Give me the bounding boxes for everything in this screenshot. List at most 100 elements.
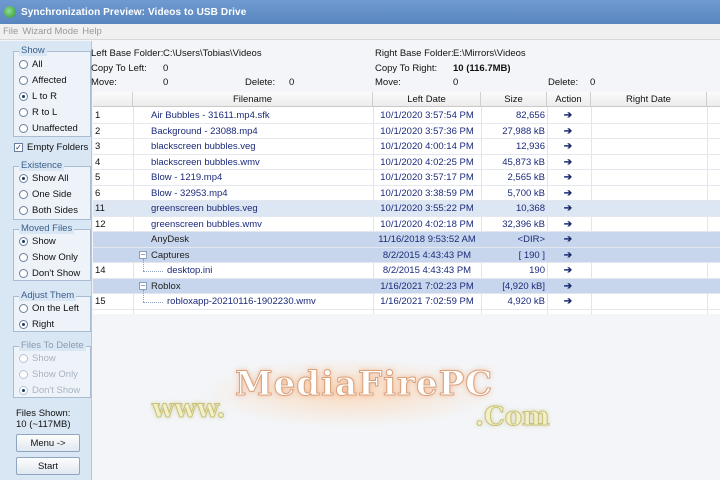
table-row[interactable]: Roblox 1/16/2021 7:02:23 PM [4,920 kB] ➔ − — [93, 278, 720, 294]
row-left-date: 10/1/2020 4:02:25 PM — [380, 156, 474, 168]
existence-one-side-radio[interactable]: One Side — [19, 189, 72, 200]
window-title: Synchronization Preview: Videos to USB D… — [21, 6, 247, 18]
row-left-date: 10/1/2020 3:55:22 PM — [380, 203, 474, 214]
collapse-folder-icon[interactable]: − — [139, 281, 147, 290]
empty-folders-checkbox[interactable]: ✓ Empty Folders — [14, 142, 88, 153]
column-header-left-date[interactable]: Left Date — [373, 92, 481, 107]
row-action-arrow-icon[interactable]: ➔ — [548, 155, 588, 170]
row-number — [95, 248, 133, 263]
files-shown-label: Files Shown: — [16, 408, 71, 419]
moved-dont-show-radio[interactable]: Don't Show — [19, 268, 80, 279]
row-size: 4,920 kB — [507, 296, 546, 307]
row-right-date — [593, 279, 707, 294]
row-right-date — [593, 170, 707, 185]
menu-file[interactable]: File — [3, 26, 18, 37]
moved-show-radio[interactable]: Show — [19, 236, 56, 247]
row-right-date — [593, 155, 707, 170]
show-affected-radio[interactable]: Affected — [19, 75, 67, 86]
checkbox-check-icon: ✓ — [14, 143, 23, 152]
delete-dont-show-radio[interactable]: Don't Show — [19, 385, 80, 396]
menu-button[interactable]: Menu -> — [16, 434, 80, 452]
show-r-to-l-radio[interactable]: R to L — [19, 107, 57, 118]
table-row[interactable]: 1 Air Bubbles - 31611.mp4.sfk 10/1/2020 3:… — [93, 108, 720, 124]
row-filename: robloxapp-20210116-1902230.wmv — [167, 296, 316, 307]
row-action-arrow-icon[interactable]: ➔ — [548, 294, 588, 309]
show-l-to-r-radio[interactable]: L to R — [19, 91, 57, 102]
delete-right-value: 0 — [590, 77, 596, 88]
copy-to-left-value: 0 — [163, 63, 169, 74]
table-row[interactable]: 2 Background - 23088.mp4 10/1/2020 3:57:36… — [93, 124, 720, 139]
table-row[interactable]: 14 desktop.ini 8/2/2015 4:43:43 PM 190 ➔ — [93, 259, 720, 279]
show-all-radio[interactable]: All — [19, 59, 43, 70]
adjust-left-radio[interactable]: On the Left — [19, 303, 79, 314]
column-header-action[interactable]: Action — [547, 92, 591, 107]
show-group: Show All Affected L to R R to L Unaffect… — [13, 45, 91, 137]
column-header-right-date[interactable]: Right Date — [591, 92, 707, 107]
row-action-arrow-icon[interactable]: ➔ — [548, 263, 588, 278]
row-size: 12,936 — [515, 141, 545, 152]
copy-to-right-value: 10 (116.7MB) — [453, 63, 511, 74]
table-row[interactable]: Captures 8/2/2015 4:43:43 PM [ 190 ] ➔ − — [93, 247, 720, 263]
existence-show-all-radio[interactable]: Show All — [19, 173, 68, 184]
row-size: <DIR> — [517, 234, 545, 245]
row-left-date: 8/2/2015 4:43:43 PM — [382, 249, 472, 261]
row-action-arrow-icon[interactable]: ➔ — [548, 279, 588, 294]
column-header-number[interactable] — [93, 92, 133, 107]
table-row[interactable]: 4 blackscreen bubbles.wmv 10/1/2020 4:02:2… — [93, 155, 720, 170]
row-action-arrow-icon[interactable]: ➔ — [548, 217, 588, 232]
row-right-date — [593, 201, 707, 216]
column-header-filename[interactable]: Filename — [133, 92, 373, 107]
start-button[interactable]: Start — [16, 457, 80, 475]
row-action-arrow-icon[interactable]: ➔ — [548, 170, 588, 185]
menu-wizard-mode[interactable]: Wizard Mode — [22, 26, 78, 37]
row-size: 32,396 kB — [502, 218, 545, 230]
files-to-delete-group: Files To Delete Show Show Only Don't Sho… — [13, 340, 91, 398]
row-action-arrow-icon[interactable]: ➔ — [548, 232, 588, 247]
table-row[interactable]: 6 Blow - 32953.mp4 10/1/2020 3:38:59 PM 5,7… — [93, 186, 720, 201]
delete-show-only-radio[interactable]: Show Only — [19, 369, 78, 380]
tree-connector — [143, 290, 144, 302]
moved-show-only-radio[interactable]: Show Only — [19, 252, 78, 263]
preview-grid[interactable]: Filename Left Date Size Action Right Dat… — [93, 92, 720, 314]
row-action-arrow-icon[interactable]: ➔ — [548, 248, 588, 263]
row-filename: Blow - 32953.mp4 — [151, 187, 228, 199]
table-row[interactable]: 12 greenscreen bubbles.wmv 10/1/2020 4:02:… — [93, 217, 720, 232]
menu-bar: File Wizard Mode Help — [0, 24, 720, 40]
row-action-arrow-icon[interactable]: ➔ — [548, 139, 588, 154]
row-filename: blackscreen bubbles.wmv — [151, 156, 260, 168]
row-action-arrow-icon[interactable]: ➔ — [548, 186, 588, 201]
table-row[interactable]: AnyDesk 11/16/2018 9:53:52 AM <DIR> ➔ — [93, 232, 720, 248]
row-size: 190 — [529, 265, 545, 276]
row-size: 82,656 — [515, 110, 545, 121]
row-number: 14 — [95, 265, 106, 276]
column-header-size[interactable]: Size — [481, 92, 547, 107]
delete-left-value: 0 — [289, 77, 295, 88]
row-right-date — [593, 139, 707, 154]
show-unaffected-radio[interactable]: Unaffected — [19, 123, 78, 134]
row-filename: Roblox — [151, 280, 181, 292]
tree-connector — [143, 271, 163, 272]
row-action-arrow-icon[interactable]: ➔ — [548, 124, 588, 139]
row-filename: Blow - 1219.mp4 — [151, 172, 223, 183]
row-action-arrow-icon[interactable]: ➔ — [548, 108, 588, 123]
existence-group-title: Existence — [19, 160, 65, 171]
row-action-arrow-icon[interactable]: ➔ — [548, 201, 588, 216]
row-left-date: 1/16/2021 7:02:59 PM — [380, 296, 474, 307]
row-right-date — [593, 248, 707, 263]
table-row[interactable]: 11 greenscreen bubbles.veg 10/1/2020 3:55:… — [93, 201, 720, 217]
app-icon — [4, 6, 16, 18]
adjust-right-radio[interactable]: Right — [19, 319, 54, 330]
watermark: MediaFirePC www. .Com — [150, 358, 550, 448]
left-base-folder-value: C:\Users\Tobias\Videos — [163, 48, 262, 59]
table-row[interactable]: 3 blackscreen bubbles.veg 10/1/2020 4:00:1… — [93, 139, 720, 155]
delete-show-radio[interactable]: Show — [19, 353, 56, 364]
row-number — [95, 279, 133, 294]
menu-help[interactable]: Help — [82, 26, 102, 37]
collapse-folder-icon[interactable]: − — [139, 250, 147, 259]
existence-both-sides-radio[interactable]: Both Sides — [19, 205, 78, 216]
row-left-date: 10/1/2020 3:57:17 PM — [380, 172, 474, 183]
row-number: 4 — [95, 156, 101, 168]
table-row[interactable]: 15 robloxapp-20210116-1902230.wmv 1/16/202… — [93, 290, 720, 310]
table-row[interactable]: 5 Blow - 1219.mp4 10/1/2020 3:57:17 PM 2,56… — [93, 170, 720, 186]
row-left-date: 10/1/2020 4:02:18 PM — [380, 218, 474, 230]
